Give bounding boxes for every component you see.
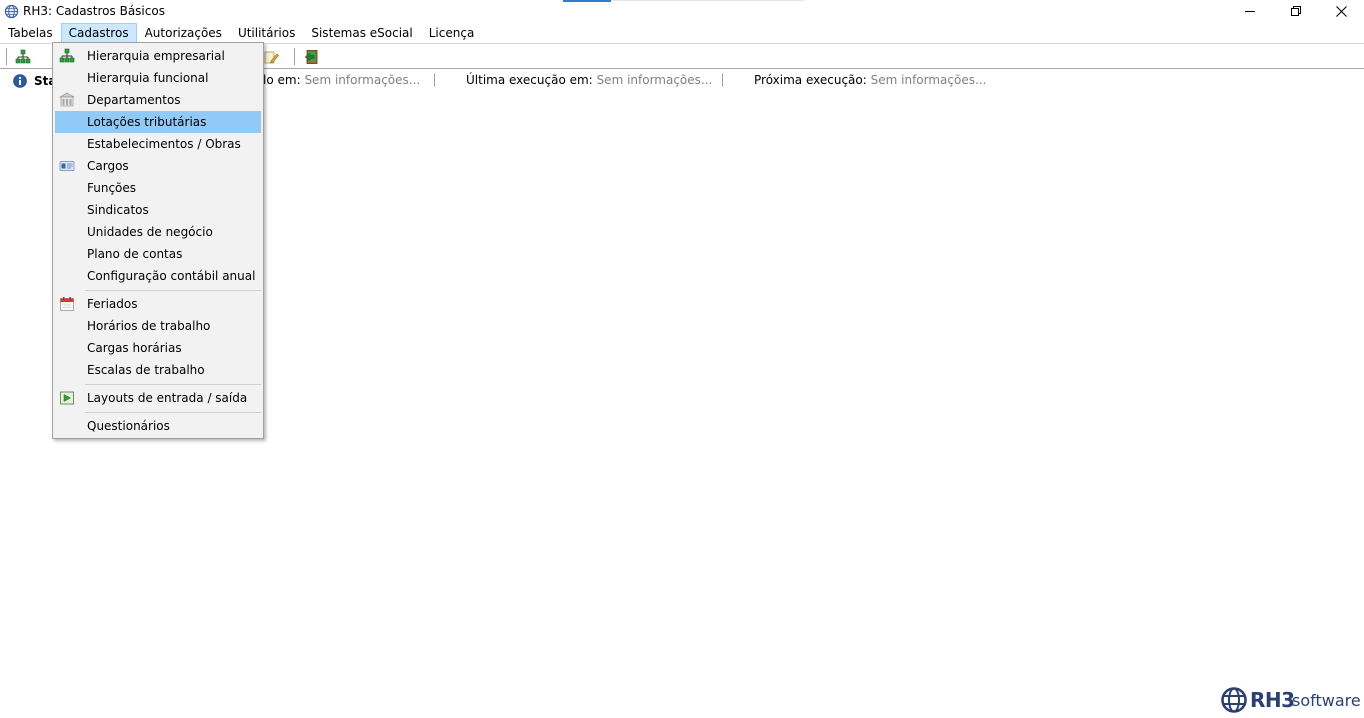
cadastros-dropdown-menu: Hierarquia empresarial Hierarquia funcio… xyxy=(52,42,264,439)
rh3-globe-logo-icon xyxy=(1221,687,1247,713)
menu-item-label: Hierarquia empresarial xyxy=(87,49,225,63)
title-accent-line xyxy=(611,0,804,1)
window-title: RH3: Cadastros Básicos xyxy=(23,4,165,18)
menu-item-label: Lotações tributárias xyxy=(87,115,207,129)
toolbar-separator xyxy=(294,48,295,65)
menu-item-hierarquia-empresarial[interactable]: Hierarquia empresarial xyxy=(55,45,261,67)
menu-item-label: Feriados xyxy=(87,297,138,311)
title-accent-bar xyxy=(563,0,611,2)
status-separator xyxy=(722,73,723,87)
status-field-last-execution: Última execução em: Sem informações... xyxy=(466,73,712,87)
edit-pencil-icon[interactable] xyxy=(263,49,279,65)
menu-item-label: Escalas de trabalho xyxy=(87,363,205,377)
menu-separator xyxy=(85,412,261,413)
rh3-software-logo: RH3 software xyxy=(1220,686,1361,714)
menu-item-label: Sindicatos xyxy=(87,203,149,217)
menu-licenca[interactable]: Licença xyxy=(421,23,483,43)
menu-item-label: Estabelecimentos / Obras xyxy=(87,137,241,151)
menu-bar: Tabelas Cadastros Autorizações Utilitári… xyxy=(0,23,1364,43)
menu-item-label: Departamentos xyxy=(87,93,181,107)
menu-item-funcoes[interactable]: Funções xyxy=(55,177,261,199)
logo-brand: RH3 xyxy=(1250,688,1295,712)
status-field-label: lo em: xyxy=(263,73,301,87)
id-card-icon xyxy=(59,161,75,171)
menu-item-label: Unidades de negócio xyxy=(87,225,213,239)
menu-separator xyxy=(85,384,261,385)
menu-item-label: Questionários xyxy=(87,419,170,433)
menu-tabelas[interactable]: Tabelas xyxy=(0,23,61,43)
minimize-button[interactable] xyxy=(1227,0,1273,22)
menu-cadastros[interactable]: Cadastros xyxy=(60,23,137,43)
menu-item-estabelecimentos-obras[interactable]: Estabelecimentos / Obras xyxy=(55,133,261,155)
logo-suffix: software xyxy=(1292,691,1361,710)
menu-item-escalas-de-trabalho[interactable]: Escalas de trabalho xyxy=(55,359,261,381)
menu-item-label: Horários de trabalho xyxy=(87,319,211,333)
status-field-next-execution: Próxima execução: Sem informações... xyxy=(754,73,986,87)
status-field-value: Sem informações... xyxy=(304,73,421,87)
restore-icon xyxy=(1291,6,1301,16)
menu-sistemas-esocial[interactable]: Sistemas eSocial xyxy=(303,23,420,43)
menu-item-layouts-entrada-saida[interactable]: Layouts de entrada / saída xyxy=(55,387,261,409)
menu-item-questionarios[interactable]: Questionários xyxy=(55,415,261,437)
menu-item-label: Plano de contas xyxy=(87,247,183,261)
menu-item-departamentos[interactable]: Departamentos xyxy=(55,89,261,111)
status-field-label: Próxima execução: xyxy=(754,73,867,87)
menu-item-hierarquia-funcional[interactable]: Hierarquia funcional xyxy=(55,67,261,89)
app-globe-icon xyxy=(4,4,19,19)
calendar-icon xyxy=(60,297,74,311)
org-chart-icon xyxy=(59,48,75,63)
menu-item-cargas-horarias[interactable]: Cargas horárias xyxy=(55,337,261,359)
menu-item-label: Hierarquia funcional xyxy=(87,71,209,85)
status-field-last-run: lo em: Sem informações... xyxy=(263,73,420,87)
toolbar-separator xyxy=(6,48,7,65)
menu-item-feriados[interactable]: Feriados xyxy=(55,293,261,315)
layout-arrow-icon xyxy=(60,391,74,405)
status-field-label: Última execução em: xyxy=(466,73,593,87)
status-field-value: Sem informações... xyxy=(596,73,713,87)
restore-button[interactable] xyxy=(1273,0,1319,22)
menu-item-cargos[interactable]: Cargos xyxy=(55,155,261,177)
info-icon xyxy=(13,74,27,88)
menu-utilitarios[interactable]: Utilitários xyxy=(230,23,303,43)
menu-item-horarios-de-trabalho[interactable]: Horários de trabalho xyxy=(55,315,261,337)
status-separator xyxy=(434,73,435,87)
exit-door-icon[interactable] xyxy=(304,49,320,65)
menu-item-sindicatos[interactable]: Sindicatos xyxy=(55,199,261,221)
menu-item-label: Funções xyxy=(87,181,137,195)
building-icon xyxy=(59,92,75,107)
menu-separator xyxy=(85,290,261,291)
menu-item-plano-de-contas[interactable]: Plano de contas xyxy=(55,243,261,265)
menu-autorizacoes[interactable]: Autorizações xyxy=(137,23,230,43)
close-icon xyxy=(1335,5,1347,17)
minimize-icon xyxy=(1245,11,1255,12)
menu-item-label: Cargas horárias xyxy=(87,341,182,355)
menu-item-label: Cargos xyxy=(87,159,129,173)
close-button[interactable] xyxy=(1318,0,1364,22)
org-chart-icon[interactable] xyxy=(15,49,31,65)
menu-item-label: Configuração contábil anual xyxy=(87,269,256,283)
menu-item-label: Layouts de entrada / saída xyxy=(87,391,248,405)
status-field-value: Sem informações... xyxy=(870,73,987,87)
menu-item-configuracao-contabil-anual[interactable]: Configuração contábil anual xyxy=(55,265,261,287)
title-bar: RH3: Cadastros Básicos xyxy=(0,0,1364,24)
menu-item-lotacoes-tributarias[interactable]: Lotações tributárias xyxy=(55,111,261,133)
menu-item-unidades-de-negocio[interactable]: Unidades de negócio xyxy=(55,221,261,243)
